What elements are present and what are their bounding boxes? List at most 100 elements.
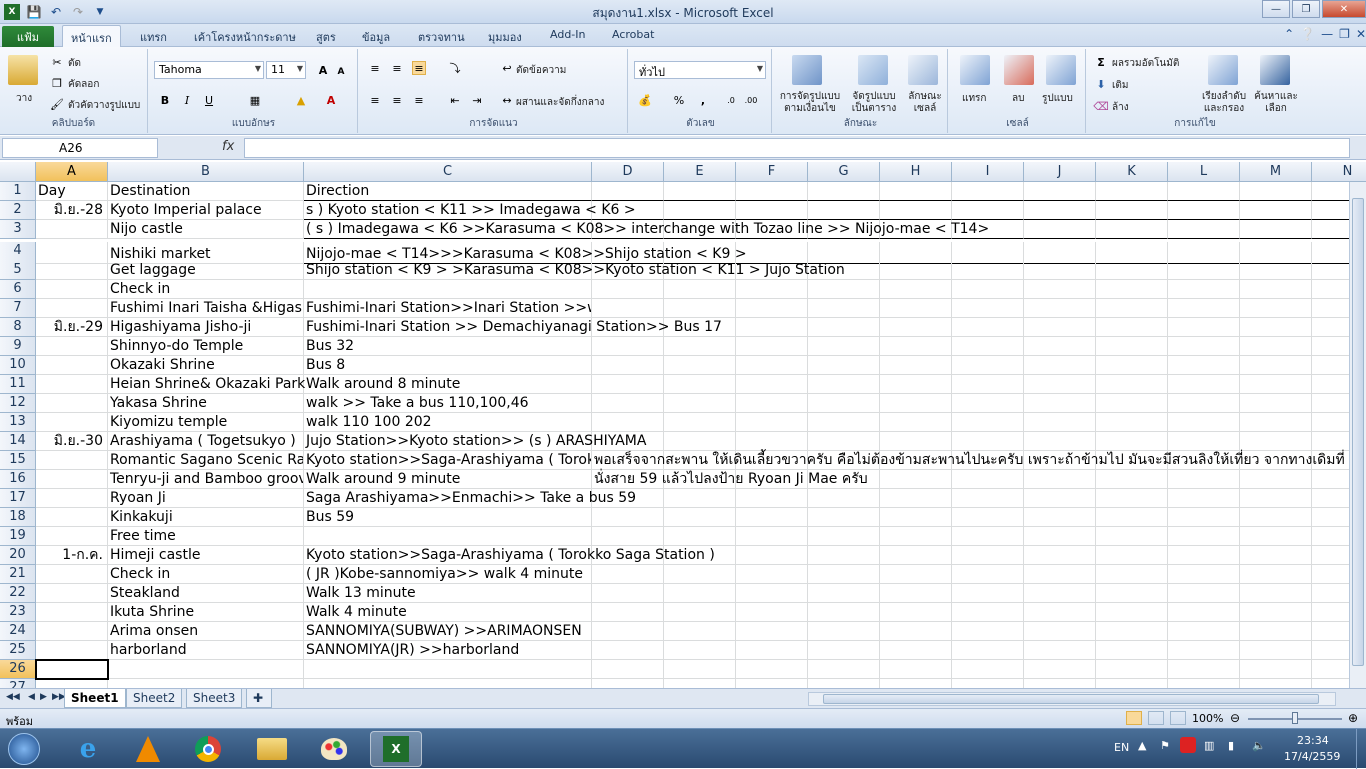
cell-j19[interactable] (1024, 527, 1096, 546)
bold-button[interactable]: B (158, 93, 172, 107)
cell-j25[interactable] (1024, 641, 1096, 660)
cell-g17[interactable] (808, 489, 880, 508)
cell-b24[interactable]: Arima onsen (108, 622, 304, 641)
insert-cells-button[interactable]: แทรก (962, 91, 986, 106)
cell-f17[interactable] (736, 489, 808, 508)
cell-l9[interactable] (1168, 337, 1240, 356)
column-header-m[interactable]: M (1240, 162, 1312, 182)
cell-a12[interactable] (36, 394, 108, 413)
align-bottom-icon[interactable]: ≡ (412, 61, 426, 75)
row-header[interactable]: 19 (0, 527, 36, 546)
format-cells-button[interactable]: รูปแบบ (1042, 91, 1073, 106)
battery-icon[interactable]: ▮ (1228, 739, 1234, 752)
shrink-font-icon[interactable]: A (334, 65, 348, 79)
cell-j6[interactable] (1024, 280, 1096, 299)
cell-e9[interactable] (664, 337, 736, 356)
cell-a13[interactable] (36, 413, 108, 432)
cell-l5[interactable] (1168, 261, 1240, 280)
cell-a2[interactable]: มิ.ย.-28 (36, 201, 108, 220)
cell-j5[interactable] (1024, 261, 1096, 280)
cell-l25[interactable] (1168, 641, 1240, 660)
number-format-combo[interactable]: ทั่วไป ▼ (634, 61, 766, 79)
flag-icon[interactable]: ⚑ (1160, 739, 1170, 752)
cell-i5[interactable] (952, 261, 1024, 280)
row-header[interactable]: 14 (0, 432, 36, 451)
cell-h10[interactable] (880, 356, 952, 375)
row-header[interactable]: 12 (0, 394, 36, 413)
cell-a7[interactable] (36, 299, 108, 318)
tab-formulas[interactable]: สูตร (316, 28, 336, 46)
align-top-icon[interactable]: ≡ (368, 61, 382, 75)
cell-h1[interactable] (880, 182, 952, 201)
cell-m14[interactable] (1240, 432, 1312, 451)
cell-e18[interactable] (664, 508, 736, 527)
merge-center-button[interactable]: ผสานและจัดกึ่งกลาง (516, 95, 604, 110)
cell-f1[interactable] (736, 182, 808, 201)
start-button-icon[interactable] (2, 731, 46, 767)
cell-a8[interactable]: มิ.ย.-29 (36, 318, 108, 337)
sheet-tab-sheet3[interactable]: Sheet3 (186, 689, 243, 708)
currency-icon[interactable]: 💰 (638, 93, 652, 107)
column-header-n[interactable]: N (1312, 162, 1366, 182)
copy-icon[interactable]: ❐ (50, 76, 64, 90)
doc-close-icon[interactable]: ✕ (1356, 27, 1366, 41)
cell-c1[interactable]: Direction (304, 182, 592, 201)
cell-l22[interactable] (1168, 584, 1240, 603)
cell-l10[interactable] (1168, 356, 1240, 375)
cell-d6[interactable] (592, 280, 664, 299)
fill-button[interactable]: เติม (1112, 78, 1129, 93)
cell-l12[interactable] (1168, 394, 1240, 413)
cell-d9[interactable] (592, 337, 664, 356)
cell-k9[interactable] (1096, 337, 1168, 356)
cell-k12[interactable] (1096, 394, 1168, 413)
cell-i27[interactable] (952, 679, 1024, 688)
cell-b20[interactable]: Himeji castle (108, 546, 304, 565)
cell-a25[interactable] (36, 641, 108, 660)
cell-d24[interactable] (592, 622, 664, 641)
cell-e11[interactable] (664, 375, 736, 394)
zoom-level[interactable]: 100% (1192, 712, 1223, 725)
cell-i17[interactable] (952, 489, 1024, 508)
show-desktop-button[interactable] (1356, 729, 1366, 769)
column-header-f[interactable]: F (736, 162, 808, 182)
cell-k2[interactable] (1096, 201, 1168, 220)
cell-b18[interactable]: Kinkakuji (108, 508, 304, 527)
cell-m18[interactable] (1240, 508, 1312, 527)
column-header-d[interactable]: D (592, 162, 664, 182)
cell-j10[interactable] (1024, 356, 1096, 375)
cell-f7[interactable] (736, 299, 808, 318)
cell-j20[interactable] (1024, 546, 1096, 565)
cell-l17[interactable] (1168, 489, 1240, 508)
cell-h7[interactable] (880, 299, 952, 318)
row-header[interactable]: 9 (0, 337, 36, 356)
cell-g19[interactable] (808, 527, 880, 546)
cell-k10[interactable] (1096, 356, 1168, 375)
cell-m1[interactable] (1240, 182, 1312, 201)
cell-d18[interactable] (592, 508, 664, 527)
clear-button[interactable]: ล้าง (1112, 100, 1129, 115)
cell-e25[interactable] (664, 641, 736, 660)
cell-m3[interactable] (1240, 220, 1312, 239)
cell-e22[interactable] (664, 584, 736, 603)
cell-g12[interactable] (808, 394, 880, 413)
tab-acrobat[interactable]: Acrobat (612, 28, 654, 41)
cell-i1[interactable] (952, 182, 1024, 201)
cell-a16[interactable] (36, 470, 108, 489)
paint-icon[interactable] (308, 731, 360, 767)
cell-g11[interactable] (808, 375, 880, 394)
doc-minimize-icon[interactable]: — (1321, 27, 1333, 41)
minimize-ribbon-icon[interactable]: ⌃ (1284, 27, 1294, 41)
tab-insert[interactable]: แทรก (140, 28, 167, 46)
cell-j18[interactable] (1024, 508, 1096, 527)
cell-i10[interactable] (952, 356, 1024, 375)
cell-a10[interactable] (36, 356, 108, 375)
cell-l3[interactable] (1168, 220, 1240, 239)
cell-k23[interactable] (1096, 603, 1168, 622)
cell-f9[interactable] (736, 337, 808, 356)
cell-m6[interactable] (1240, 280, 1312, 299)
cell-g20[interactable] (808, 546, 880, 565)
cell-g27[interactable] (808, 679, 880, 688)
cell-b6[interactable]: Check in (108, 280, 304, 299)
column-header-i[interactable]: I (952, 162, 1024, 182)
cell-l1[interactable] (1168, 182, 1240, 201)
